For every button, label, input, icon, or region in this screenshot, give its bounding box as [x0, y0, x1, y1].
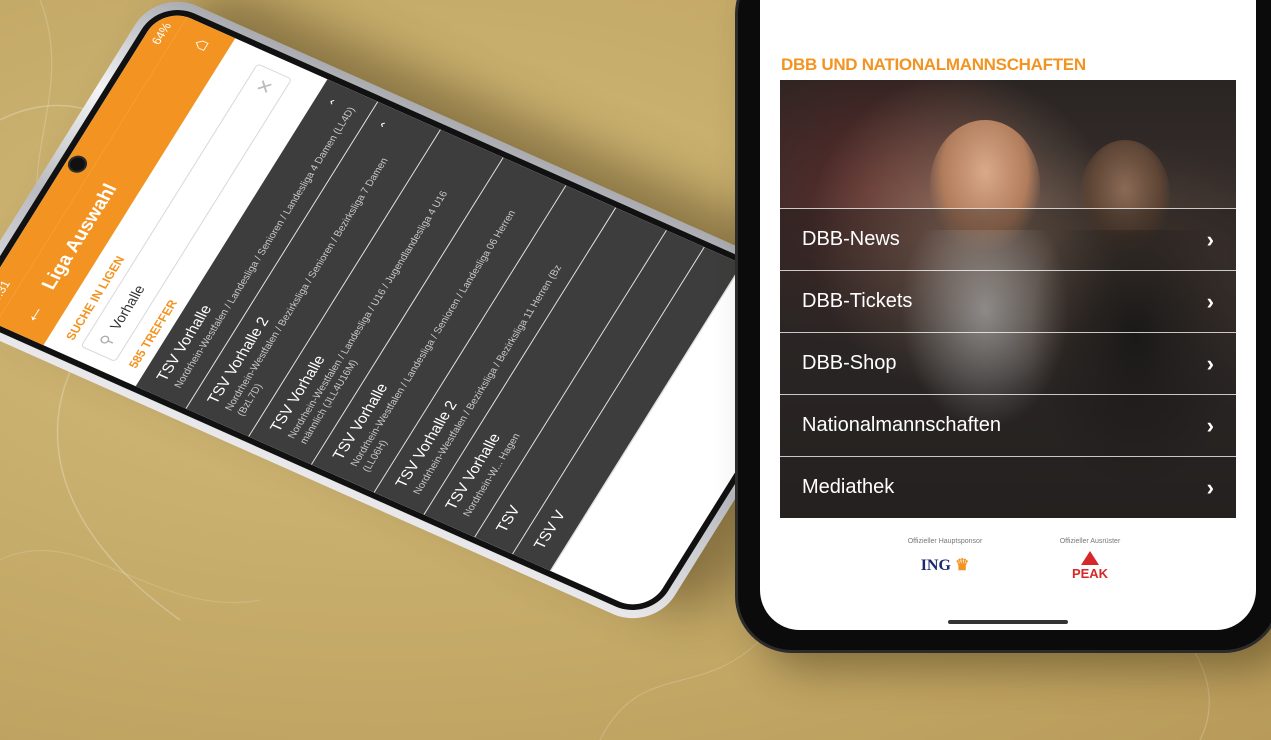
back-arrow-icon[interactable]: ← [15, 299, 51, 328]
menu-item-dbb-news[interactable]: DBB-News › [780, 208, 1236, 270]
main-sponsor-label: Offizieller Hauptsponsor [907, 538, 983, 545]
dbb-menu-screen: DBB UND NATIONALMANNSCHAFTEN DBB-News › … [760, 0, 1256, 630]
clear-icon[interactable]: ✕ [251, 76, 278, 97]
menu-item-label: DBB-Tickets [802, 290, 913, 312]
chevron-right-icon: › [1206, 288, 1214, 314]
lion-icon: ♛ [954, 557, 970, 574]
search-icon: ⚲ [96, 332, 118, 349]
chevron-right-icon: › [1206, 350, 1214, 376]
menu-item-mediathek[interactable]: Mediathek › [780, 456, 1236, 518]
main-sponsor[interactable]: Offizieller Hauptsponsor ING ♛ [890, 538, 1000, 575]
menu-item-label: Nationalmannschaften [802, 414, 1002, 436]
menu-item-label: DBB-Shop [802, 352, 897, 374]
peak-triangle-icon [1081, 551, 1099, 565]
menu-item-label: DBB-News [802, 228, 900, 250]
home-indicator [948, 620, 1068, 624]
chevron-right-icon: › [1206, 474, 1214, 500]
peak-logo-text: PEAK [1071, 566, 1109, 581]
ing-logo-text: ING [920, 557, 951, 574]
sponsor-footer: Offizieller Hauptsponsor ING ♛ Offiziell… [780, 538, 1236, 608]
menu-item-dbb-shop[interactable]: DBB-Shop › [780, 332, 1236, 394]
section-title: DBB UND NATIONALMANNSCHAFTEN [781, 55, 1086, 74]
menu-item-nationalmannschaften[interactable]: Nationalmannschaften › [780, 394, 1236, 456]
outfitter-sponsor[interactable]: Offizieller Ausrüster PEAK [1040, 538, 1140, 581]
home-icon[interactable]: ⌂ [187, 35, 215, 55]
chevron-right-icon: › [1206, 226, 1214, 252]
ing-logo: ING ♛ [890, 555, 1000, 575]
hero-basketball-image: DBB-News › DBB-Tickets › DBB-Shop › Nati… [780, 80, 1236, 518]
dbb-menu-list: DBB-News › DBB-Tickets › DBB-Shop › Nati… [780, 208, 1236, 518]
league-selection-phone: 09:31 64% ← Liga Auswahl ⌂ SUCHE IN LIGE… [0, 0, 859, 632]
chevron-right-icon: › [1206, 412, 1214, 438]
menu-item-dbb-tickets[interactable]: DBB-Tickets › [780, 270, 1236, 332]
dbb-menu-phone: DBB UND NATIONALMANNSCHAFTEN DBB-News › … [738, 0, 1271, 650]
peak-logo: PEAK [1040, 551, 1140, 581]
menu-item-label: Mediathek [802, 476, 895, 498]
outfitter-label: Offizieller Ausrüster [1059, 538, 1121, 545]
